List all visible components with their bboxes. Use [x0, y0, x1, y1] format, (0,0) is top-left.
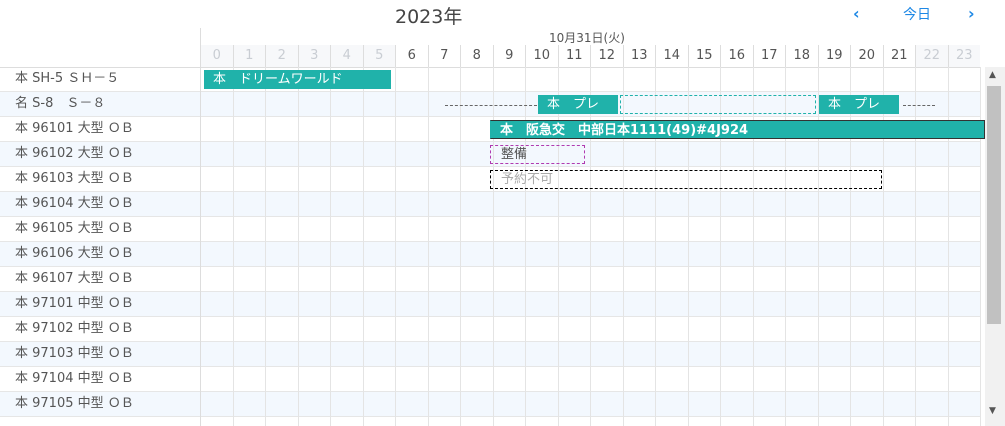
hour-label: 8 — [460, 45, 493, 67]
booking-range-dash-right — [903, 105, 935, 106]
hour-label: 13 — [622, 45, 656, 67]
resource-label: 本 96105 大型 ＯＢ — [15, 221, 134, 236]
resource-row[interactable]: 本 96107 大型 ＯＢ — [0, 267, 980, 292]
resource-label: 本 96106 大型 ＯＢ — [15, 246, 134, 261]
hour-label: 3 — [297, 45, 330, 67]
tentative-slot[interactable] — [620, 95, 816, 114]
resource-label: 本 96104 大型 ＯＢ — [15, 196, 134, 211]
event-unavailable[interactable]: 予約不可 — [490, 170, 882, 189]
hour-label: 5 — [362, 45, 395, 67]
scroll-down-icon[interactable]: ▼ — [989, 406, 996, 416]
hour-label: 14 — [655, 45, 688, 67]
event-maintenance[interactable]: 整備 — [490, 145, 585, 164]
hour-label: 2 — [265, 45, 298, 67]
event-hankyu[interactable]: 本 阪急交 中部日本1111(49)#4J924 — [490, 120, 985, 139]
year-title: 2023年 — [395, 6, 463, 28]
calendar-header: 2023年 ‹ 今日 › — [0, 0, 1005, 28]
resource-row[interactable]: 本 96104 大型 ＯＢ — [0, 192, 980, 217]
resource-row[interactable]: 本 SH-5 ＳＨ－５ — [0, 67, 980, 92]
resource-label: 名 S-8 Ｓ－８ — [15, 96, 106, 111]
hour-label: 21 — [882, 45, 916, 67]
hour-label: 18 — [785, 45, 818, 67]
resource-row[interactable]: 本 97104 中型 ＯＢ — [0, 367, 980, 392]
booking-range-dash-left — [445, 105, 537, 106]
scroll-up-icon[interactable]: ▲ — [989, 70, 996, 80]
resource-label: 本 97101 中型 ＯＢ — [15, 296, 134, 311]
hour-label: 15 — [687, 45, 721, 67]
resource-row[interactable]: 本 97105 中型 ＯＢ — [0, 392, 980, 417]
resource-label: 本 SH-5 ＳＨ－５ — [15, 71, 120, 86]
hour-label: 11 — [557, 45, 591, 67]
hour-label: 23 — [947, 45, 980, 67]
resource-header-corner — [0, 45, 200, 68]
today-button[interactable]: 今日 — [903, 4, 931, 24]
hour-label: 9 — [492, 45, 526, 67]
resource-label: 本 97102 中型 ＯＢ — [15, 321, 134, 336]
resource-row[interactable]: 本 97101 中型 ＯＢ — [0, 292, 980, 317]
hour-label: 19 — [817, 45, 851, 67]
resource-label: 本 96107 大型 ＯＢ — [15, 271, 134, 286]
resource-label: 本 97104 中型 ＯＢ — [15, 371, 134, 386]
hour-label: 22 — [915, 45, 948, 67]
hour-label: 7 — [427, 45, 461, 67]
date-label: 10月31日(火) — [549, 31, 625, 45]
resource-label: 本 96102 大型 ＯＢ — [15, 146, 134, 161]
hour-label: 0 — [200, 45, 233, 67]
event-pre-2[interactable]: 本 プレ — [819, 95, 899, 114]
resource-row[interactable]: 本 96106 大型 ＯＢ — [0, 242, 980, 267]
resource-row[interactable]: 本 97102 中型 ＯＢ — [0, 317, 980, 342]
event-dream-world[interactable]: 本 ドリームワールド — [204, 70, 391, 89]
resource-row[interactable]: 本 97103 中型 ＯＢ — [0, 342, 980, 367]
hour-label: 20 — [850, 45, 883, 67]
resource-label: 本 96103 大型 ＯＢ — [15, 171, 134, 186]
resource-label: 本 97105 中型 ＯＢ — [15, 396, 134, 411]
hour-label: 4 — [330, 45, 363, 67]
hour-label: 17 — [752, 45, 786, 67]
resource-row[interactable]: 本 96105 大型 ＯＢ — [0, 217, 980, 242]
resource-divider — [200, 28, 201, 426]
hour-label: 6 — [395, 45, 428, 67]
hour-label: 10 — [525, 45, 558, 67]
event-pre-1[interactable]: 本 プレ — [538, 95, 618, 114]
resource-label: 本 96101 大型 ＯＢ — [15, 121, 134, 136]
hour-axis: 0 1 2 3 4 5 6 7 8 9 10 11 12 13 14 15 16 17 18 19 20 21 22 23 — [200, 45, 980, 68]
scrollbar-thumb[interactable] — [987, 86, 1001, 324]
resource-label: 本 97103 中型 ＯＢ — [15, 346, 134, 361]
hour-label: 16 — [720, 45, 753, 67]
hour-label: 1 — [232, 45, 265, 67]
hour-label: 12 — [590, 45, 623, 67]
prev-day-button[interactable]: ‹ — [853, 4, 860, 23]
next-day-button[interactable]: › — [968, 4, 975, 23]
